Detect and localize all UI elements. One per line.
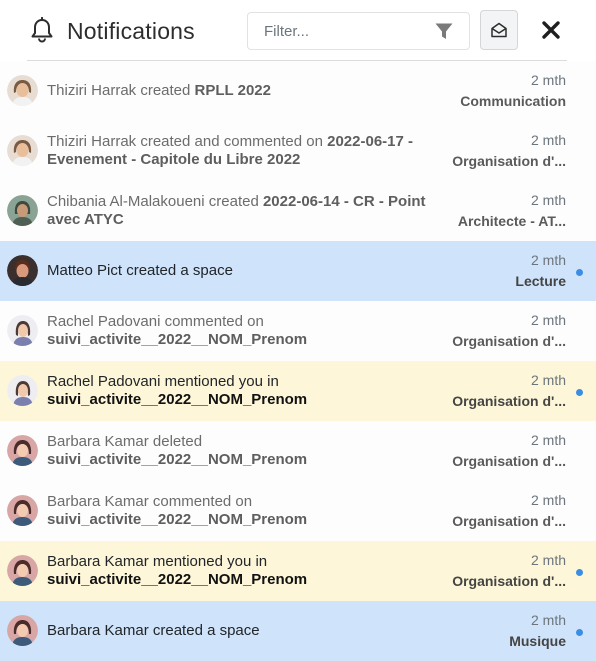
notification-action: Thiziri Harrak created bbox=[47, 82, 195, 99]
notification-item[interactable]: Matteo Pict created a space 2 mth Lectur… bbox=[0, 241, 596, 301]
notification-item[interactable]: Barbara Kamar created a space 2 mth Musi… bbox=[0, 601, 596, 661]
notification-space: Organisation d'... bbox=[452, 393, 566, 409]
avatar bbox=[7, 555, 38, 586]
notification-time: 2 mth bbox=[530, 552, 566, 568]
notification-item[interactable]: Barbara Kamar commented on suivi_activite… bbox=[0, 481, 596, 541]
notification-item[interactable]: Barbara Kamar mentioned you in suivi_acti… bbox=[0, 541, 596, 601]
notification-action: Rachel Padovani commented on bbox=[47, 313, 264, 330]
close-icon[interactable] bbox=[540, 19, 562, 41]
notification-space: Organisation d'... bbox=[452, 513, 566, 529]
notifications-header: Notifications bbox=[0, 0, 596, 61]
filter-input[interactable] bbox=[248, 13, 428, 49]
bell-icon bbox=[31, 17, 53, 43]
notification-text: Barbara Kamar created a space bbox=[47, 622, 447, 640]
notification-space: Architecte - AT... bbox=[457, 213, 566, 229]
notification-space: Organisation d'... bbox=[452, 453, 566, 469]
notification-action: Thiziri Harrak created and commented on bbox=[47, 133, 328, 150]
notification-text: Thiziri Harrak created RPLL 2022 bbox=[47, 82, 447, 100]
avatar bbox=[7, 435, 38, 466]
notification-target[interactable]: suivi_activite__2022__NOM_Prenom bbox=[47, 391, 307, 408]
notification-space: Organisation d'... bbox=[452, 333, 566, 349]
notification-time: 2 mth bbox=[530, 72, 566, 88]
page-title: Notifications bbox=[67, 18, 195, 44]
notification-time: 2 mth bbox=[530, 132, 566, 148]
notification-text: Barbara Kamar deleted suivi_activite__202… bbox=[47, 433, 447, 468]
notification-space: Communication bbox=[460, 93, 566, 109]
notification-space: Musique bbox=[509, 633, 566, 649]
notification-text: Thiziri Harrak created and commented on … bbox=[47, 133, 447, 168]
notification-item[interactable]: Chibania Al-Malakoueni created 2022-06-1… bbox=[0, 181, 596, 241]
unread-dot bbox=[576, 629, 583, 636]
notification-time: 2 mth bbox=[530, 612, 566, 628]
notification-time: 2 mth bbox=[530, 432, 566, 448]
avatar bbox=[7, 195, 38, 226]
notification-list: Thiziri Harrak created RPLL 2022 2 mth C… bbox=[0, 61, 596, 661]
notification-item[interactable]: Barbara Kamar deleted suivi_activite__202… bbox=[0, 421, 596, 481]
notification-target[interactable]: RPLL 2022 bbox=[195, 82, 271, 99]
notification-action: Barbara Kamar commented on bbox=[47, 493, 253, 510]
notification-text: Barbara Kamar commented on suivi_activite… bbox=[47, 493, 447, 528]
notification-target[interactable]: suivi_activite__2022__NOM_Prenom bbox=[47, 511, 307, 528]
notification-item[interactable]: Thiziri Harrak created RPLL 2022 2 mth C… bbox=[0, 61, 596, 121]
unread-dot bbox=[576, 569, 583, 576]
avatar bbox=[7, 135, 38, 166]
notification-target[interactable]: suivi_activite__2022__NOM_Prenom bbox=[47, 331, 307, 348]
mark-all-read-button[interactable] bbox=[480, 10, 518, 50]
filter-box bbox=[247, 12, 470, 50]
avatar bbox=[7, 75, 38, 106]
notification-text: Rachel Padovani commented on suivi_activi… bbox=[47, 313, 447, 348]
notification-text: Rachel Padovani mentioned you in suivi_ac… bbox=[47, 373, 447, 408]
avatar bbox=[7, 255, 38, 286]
envelope-open-icon bbox=[491, 22, 507, 38]
notification-item[interactable]: Thiziri Harrak created and commented on … bbox=[0, 121, 596, 181]
notification-time: 2 mth bbox=[530, 372, 566, 388]
notification-action: Barbara Kamar created a space bbox=[47, 622, 260, 639]
notification-action: Barbara Kamar mentioned you in bbox=[47, 553, 268, 570]
notification-space: Organisation d'... bbox=[452, 573, 566, 589]
avatar bbox=[7, 315, 38, 346]
notification-action: Rachel Padovani mentioned you in bbox=[47, 373, 279, 390]
notification-time: 2 mth bbox=[530, 192, 566, 208]
notification-text: Chibania Al-Malakoueni created 2022-06-1… bbox=[47, 193, 447, 228]
filter-icon[interactable] bbox=[435, 23, 453, 40]
notification-target[interactable]: suivi_activite__2022__NOM_Prenom bbox=[47, 451, 307, 468]
notification-item[interactable]: Rachel Padovani mentioned you in suivi_ac… bbox=[0, 361, 596, 421]
avatar bbox=[7, 615, 38, 646]
notification-target[interactable]: suivi_activite__2022__NOM_Prenom bbox=[47, 571, 307, 588]
notification-action: Matteo Pict created a space bbox=[47, 262, 233, 279]
unread-dot bbox=[576, 389, 583, 396]
notification-time: 2 mth bbox=[530, 252, 566, 268]
unread-dot bbox=[576, 269, 583, 276]
notification-space: Lecture bbox=[515, 273, 566, 289]
notification-action: Barbara Kamar deleted bbox=[47, 433, 203, 450]
notification-action: Chibania Al-Malakoueni created bbox=[47, 193, 263, 210]
notification-text: Matteo Pict created a space bbox=[47, 262, 447, 280]
avatar bbox=[7, 375, 38, 406]
notification-text: Barbara Kamar mentioned you in suivi_acti… bbox=[47, 553, 447, 588]
avatar bbox=[7, 495, 38, 526]
notification-time: 2 mth bbox=[530, 312, 566, 328]
notification-time: 2 mth bbox=[530, 492, 566, 508]
notification-item[interactable]: Rachel Padovani commented on suivi_activi… bbox=[0, 301, 596, 361]
notification-space: Organisation d'... bbox=[452, 153, 566, 169]
